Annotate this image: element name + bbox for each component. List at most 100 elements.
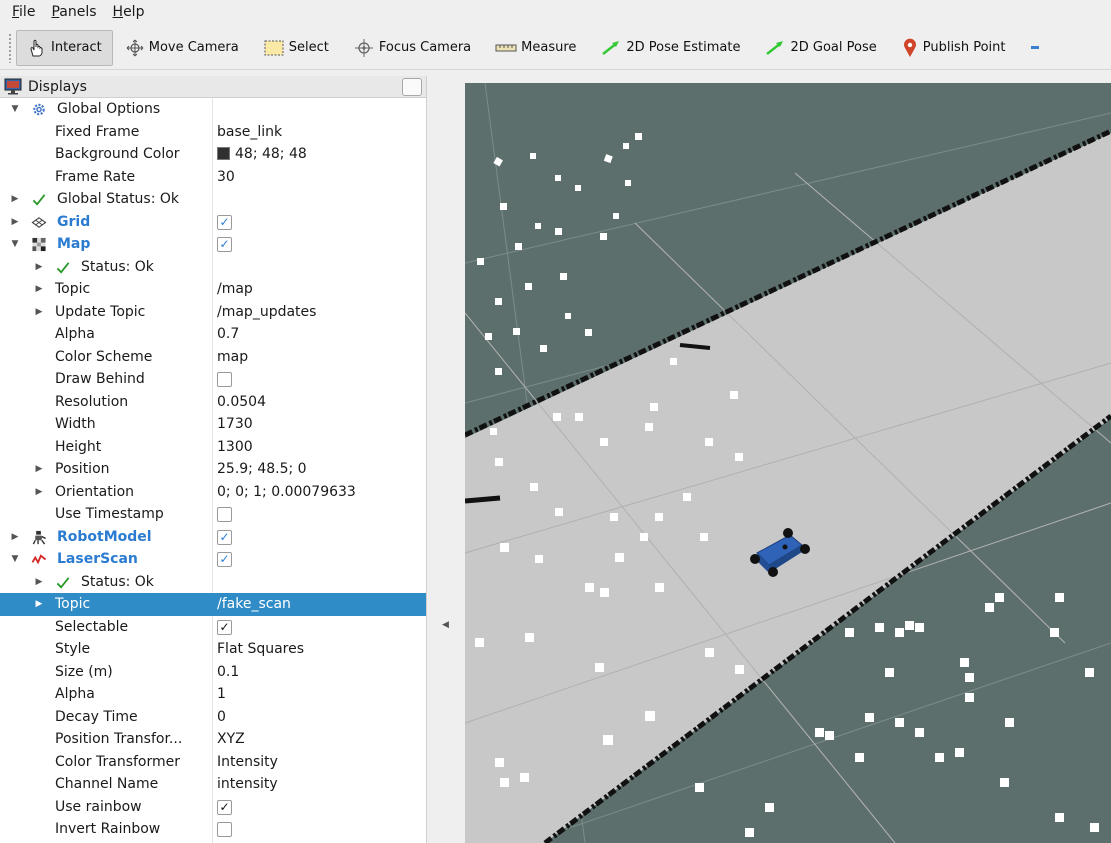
tree-row-map-status[interactable]: ▶ Status: Ok xyxy=(0,256,426,279)
tree-row-laser-scan[interactable]: ▼ LaserScan ✓ xyxy=(0,548,426,571)
menu-help[interactable]: Help xyxy=(105,1,153,23)
panel-splitter[interactable]: ◀ xyxy=(428,76,465,843)
menu-panels[interactable]: Panels xyxy=(43,1,104,23)
tree-row-map[interactable]: ▼ Map ✓ xyxy=(0,233,426,256)
tree-row-laser-use-rainbow[interactable]: Use rainbow ✓ xyxy=(0,796,426,819)
focus-camera-icon xyxy=(354,38,373,57)
tree-row-map-resolution[interactable]: Resolution 0.0504 xyxy=(0,391,426,414)
interact-tool-button[interactable]: Interact xyxy=(16,29,113,66)
tree-row-map-topic[interactable]: ▶ Topic /map xyxy=(0,278,426,301)
expand-right-icon[interactable]: ▶ xyxy=(34,481,44,504)
draw-behind-checkbox[interactable] xyxy=(217,372,232,387)
tree-row-laser-channel[interactable]: Channel Name intensity xyxy=(0,773,426,796)
tree-row-laser-alpha[interactable]: Alpha 1 xyxy=(0,683,426,706)
laser-size-value[interactable]: 0.1 xyxy=(217,661,239,684)
robot-model-enabled-checkbox[interactable]: ✓ xyxy=(217,529,232,545)
expand-right-icon[interactable]: ▶ xyxy=(34,458,44,481)
expand-down-icon[interactable]: ▼ xyxy=(10,98,20,121)
expand-right-icon[interactable]: ▶ xyxy=(10,188,20,211)
pose-estimate-tool-button[interactable]: 2D Pose Estimate xyxy=(588,30,752,66)
tree-row-grid[interactable]: ▶ Grid ✓ xyxy=(0,211,426,234)
ruler-icon xyxy=(495,44,517,51)
tree-row-map-draw-behind[interactable]: Draw Behind xyxy=(0,368,426,391)
tree-row-background-color[interactable]: Background Color 48; 48; 48 xyxy=(0,143,426,166)
tree-row-frame-rate[interactable]: Frame Rate 30 xyxy=(0,166,426,189)
monitor-icon xyxy=(4,78,22,95)
laser-style-value[interactable]: Flat Squares xyxy=(217,638,304,661)
map-update-topic-value[interactable]: /map_updates xyxy=(217,301,316,324)
invert-rainbow-checkbox[interactable] xyxy=(217,822,232,837)
gear-icon xyxy=(33,103,45,116)
expand-right-icon[interactable]: ▶ xyxy=(34,301,44,324)
tree-row-laser-position-transformer[interactable]: Position Transfor... XYZ xyxy=(0,728,426,751)
collapse-left-icon[interactable]: ◀ xyxy=(442,620,449,630)
tree-row-laser-size[interactable]: Size (m) 0.1 xyxy=(0,661,426,684)
toolbar-grip[interactable] xyxy=(8,32,12,63)
laser-scan-enabled-checkbox[interactable]: ✓ xyxy=(217,552,232,567)
position-transformer-value[interactable]: XYZ xyxy=(217,728,245,751)
tree-row-map-height[interactable]: Height 1300 xyxy=(0,436,426,459)
map-resolution-value: 0.0504 xyxy=(217,393,266,410)
tree-row-laser-topic[interactable]: ▶ Topic /fake_scan xyxy=(0,593,426,616)
color-transformer-value[interactable]: Intensity xyxy=(217,751,278,774)
tree-row-laser-color-transformer[interactable]: Color Transformer Intensity xyxy=(0,751,426,774)
laser-alpha-value[interactable]: 1 xyxy=(217,683,226,706)
map-color-scheme-value[interactable]: map xyxy=(217,346,248,369)
expand-down-icon[interactable]: ▼ xyxy=(10,233,20,256)
menu-file[interactable]: File xyxy=(4,1,43,23)
map-width-value: 1730 xyxy=(217,416,253,432)
publish-point-tool-button[interactable]: Publish Point xyxy=(889,30,1018,66)
tree-row-map-update-topic[interactable]: ▶ Update Topic /map_updates xyxy=(0,301,426,324)
grid-enabled-checkbox[interactable]: ✓ xyxy=(217,214,232,230)
expand-right-icon[interactable]: ▶ xyxy=(10,211,20,234)
expand-right-icon[interactable]: ▶ xyxy=(10,526,20,549)
tree-row-laser-style[interactable]: Style Flat Squares xyxy=(0,638,426,661)
laser-topic-value[interactable]: /fake_scan xyxy=(217,593,291,616)
expand-right-icon[interactable]: ▶ xyxy=(34,278,44,301)
green-arrow-icon xyxy=(602,40,620,55)
expand-right-icon[interactable]: ▶ xyxy=(34,593,44,616)
use-rainbow-checkbox[interactable]: ✓ xyxy=(217,799,232,815)
toolbar-overflow[interactable] xyxy=(1031,46,1040,49)
background-color-value[interactable]: 48; 48; 48 xyxy=(217,143,307,166)
map-enabled-checkbox[interactable]: ✓ xyxy=(217,237,232,252)
move-camera-tool-button[interactable]: Move Camera xyxy=(113,30,251,66)
expand-right-icon[interactable]: ▶ xyxy=(34,571,44,594)
laser-decay-value[interactable]: 0 xyxy=(217,706,226,729)
expand-right-icon[interactable]: ▶ xyxy=(34,256,44,279)
map-alpha-value[interactable]: 0.7 xyxy=(217,323,239,346)
tree-row-map-use-timestamp[interactable]: Use Timestamp xyxy=(0,503,426,526)
measure-tool-button[interactable]: Measure xyxy=(483,30,588,66)
undock-button[interactable] xyxy=(402,78,422,96)
fixed-frame-value[interactable]: base_link xyxy=(217,121,282,144)
render-3d-view[interactable] xyxy=(465,83,1111,843)
tree-row-map-color-scheme[interactable]: Color Scheme map xyxy=(0,346,426,369)
expand-down-icon[interactable]: ▼ xyxy=(10,548,20,571)
green-arrow-icon xyxy=(766,40,784,55)
display-tree: ▼ Global Options Fixed Frame base_link B… xyxy=(0,98,426,841)
tree-row-global-options[interactable]: ▼ Global Options xyxy=(0,98,426,121)
frame-rate-value[interactable]: 30 xyxy=(217,166,235,189)
tree-row-laser-selectable[interactable]: Selectable ✓ xyxy=(0,616,426,639)
channel-name-value[interactable]: intensity xyxy=(217,773,278,796)
tree-row-map-position[interactable]: ▶ Position 25.9; 48.5; 0 xyxy=(0,458,426,481)
selectable-checkbox[interactable]: ✓ xyxy=(217,619,232,635)
tree-row-robot-model[interactable]: ▶ RobotModel ✓ xyxy=(0,526,426,549)
tree-row-map-width[interactable]: Width 1730 xyxy=(0,413,426,436)
use-timestamp-checkbox[interactable] xyxy=(217,507,232,522)
select-tool-button[interactable]: Select xyxy=(251,30,341,66)
tree-row-fixed-frame[interactable]: Fixed Frame base_link xyxy=(0,121,426,144)
goal-pose-tool-button[interactable]: 2D Goal Pose xyxy=(752,30,888,66)
map-topic-value[interactable]: /map xyxy=(217,278,253,301)
scene-svg xyxy=(465,83,1111,843)
tree-row-laser-status[interactable]: ▶ Status: Ok xyxy=(0,571,426,594)
focus-camera-tool-button[interactable]: Focus Camera xyxy=(341,30,483,66)
tree-row-laser-invert-rainbow[interactable]: Invert Rainbow xyxy=(0,818,426,841)
displays-panel: Displays ▼ Global Options Fixed Frame ba… xyxy=(0,76,427,843)
tool-bar: Interact Move Camera Select Focus Camera… xyxy=(0,26,1111,70)
tree-row-map-alpha[interactable]: Alpha 0.7 xyxy=(0,323,426,346)
tree-row-laser-decay[interactable]: Decay Time 0 xyxy=(0,706,426,729)
tree-row-map-orientation[interactable]: ▶ Orientation 0; 0; 1; 0.00079633 xyxy=(0,481,426,504)
map-orientation-value: 0; 0; 1; 0.00079633 xyxy=(217,483,356,500)
tree-row-global-status[interactable]: ▶ Global Status: Ok xyxy=(0,188,426,211)
